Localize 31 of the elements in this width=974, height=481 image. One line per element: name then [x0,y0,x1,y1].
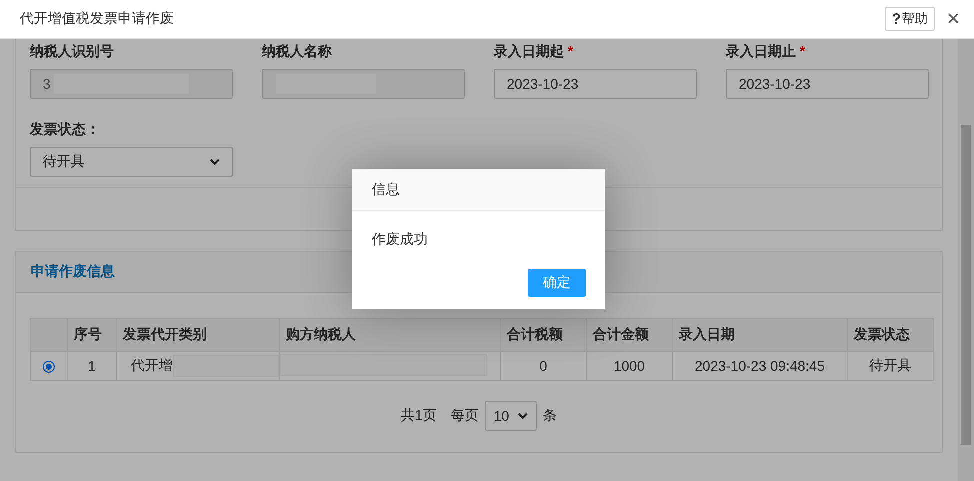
input-field[interactable]: 2023-10-23 [494,69,697,99]
per-page-select[interactable]: 10 [484,401,537,431]
field-label: 纳税人名称 [262,43,333,61]
field-label: 录入日期起 * [494,43,574,61]
column-header: 合计税额 [500,318,586,352]
dialog-message: 作废成功 [371,230,429,249]
section-title: 申请作废信息 [31,263,115,281]
close-button[interactable]: × [943,8,964,30]
input-field[interactable]: 2023-10-23 [726,69,929,99]
column-header: 合计金额 [586,318,672,352]
table-cell: 1000 [586,352,672,380]
column-header: 录入日期 [672,318,848,352]
column-header: 发票状态 [848,318,934,352]
per-page-label: 每页 [450,407,479,425]
window-title: 代开增值税发票申请作废 [20,10,175,28]
status-select[interactable]: 待开具 [30,147,233,178]
table-cell: 代开增 [131,357,173,375]
per-page-unit: 条 [542,407,557,425]
table-cell: 2023-10-23 09:48:45 [672,352,848,380]
column-header: 发票代开类别 [116,318,280,352]
help-button[interactable]: ?帮助 [884,7,936,31]
table-cell: 1 [68,352,116,380]
dialog-title: 信息 [372,180,400,198]
page-count: 共1页 [401,407,437,425]
field-label: 录入日期止 * [726,43,806,61]
field-label: 纳税人识别号 [30,43,115,61]
column-header: 购方纳税人 [280,318,500,352]
field-label: 发票状态： [30,121,101,140]
column-header: 序号 [68,318,116,352]
table-cell: 0 [500,352,586,380]
table-cell: 待开具 [848,352,934,380]
